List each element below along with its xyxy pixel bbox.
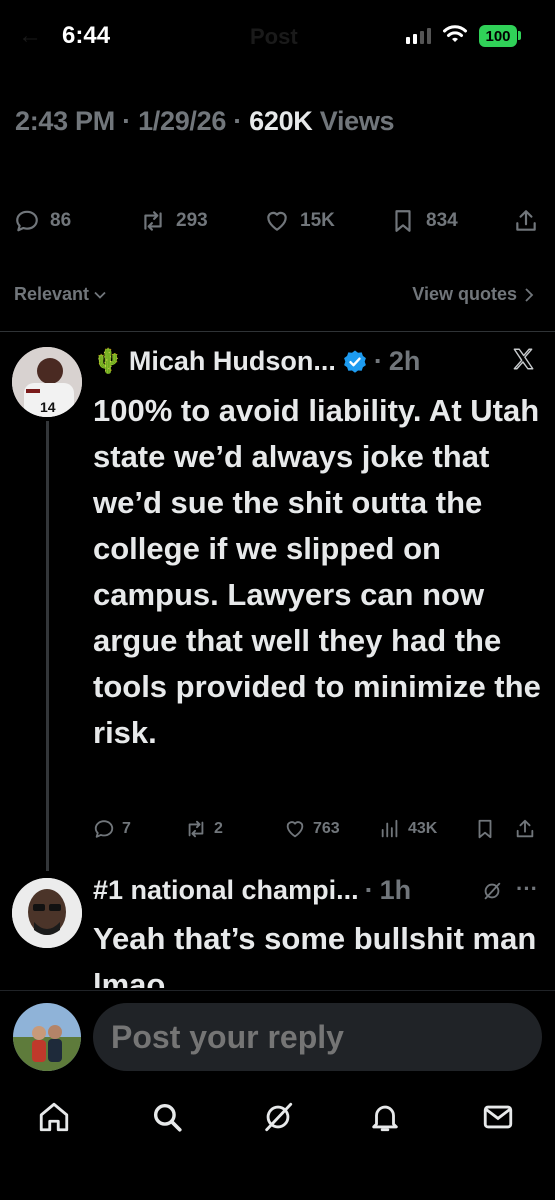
reply-like-button[interactable]: 763 bbox=[284, 818, 340, 840]
chevron-right-icon bbox=[525, 287, 534, 302]
reply-header: #1 national champi... · 1h bbox=[93, 875, 412, 906]
back-arrow-icon[interactable]: ← bbox=[18, 22, 42, 50]
bookmark-count: 834 bbox=[426, 210, 458, 231]
sort-relevant-dropdown[interactable]: Relevant bbox=[14, 284, 107, 305]
post-time: 2:43 PM bbox=[15, 106, 115, 136]
reply-header: 🌵 Micah Hudson... · 2h bbox=[93, 346, 421, 377]
reply-text: Yeah that’s some bullshit man lmao bbox=[93, 921, 537, 988]
analytics-icon bbox=[381, 819, 398, 838]
notifications-icon[interactable] bbox=[368, 1100, 402, 1134]
views-count: 43K bbox=[408, 820, 438, 837]
bottom-tab-bar bbox=[0, 1078, 555, 1200]
repost-button[interactable]: 293 bbox=[140, 208, 208, 234]
divider bbox=[0, 331, 555, 332]
more-options-icon[interactable]: ··· bbox=[516, 876, 538, 902]
chevron-down-icon bbox=[94, 291, 106, 299]
reply-count: 7 bbox=[122, 820, 131, 837]
home-icon[interactable] bbox=[37, 1100, 71, 1134]
share-icon bbox=[516, 819, 534, 838]
grok-icon[interactable] bbox=[481, 880, 503, 902]
reply-time: 1h bbox=[379, 875, 412, 905]
reply-icon bbox=[94, 820, 114, 838]
grok-icon[interactable] bbox=[261, 1100, 295, 1134]
repost-count: 2 bbox=[214, 820, 223, 837]
reply-time: 2h bbox=[388, 346, 421, 376]
reply-text: 100% to avoid liability. At Utah state w… bbox=[93, 393, 541, 750]
battery-indicator: 100 bbox=[479, 25, 517, 47]
reply-repost-button[interactable]: 2 bbox=[185, 818, 223, 840]
heart-icon bbox=[267, 211, 287, 231]
avatar[interactable] bbox=[13, 1003, 81, 1071]
repost-icon bbox=[144, 211, 162, 231]
like-button[interactable]: 15K bbox=[264, 208, 335, 234]
author-name[interactable]: Micah Hudson... bbox=[129, 346, 336, 377]
cellular-signal-icon bbox=[406, 28, 431, 44]
header-title: Post bbox=[250, 24, 298, 49]
reply-input[interactable] bbox=[93, 1003, 542, 1071]
sort-label: Relevant bbox=[14, 284, 90, 304]
author-name[interactable]: #1 national champi... bbox=[93, 875, 359, 906]
repost-icon bbox=[188, 820, 204, 838]
battery-cap bbox=[518, 31, 521, 40]
reply-share-button[interactable] bbox=[514, 818, 536, 840]
wifi-icon bbox=[443, 25, 467, 42]
share-button[interactable] bbox=[513, 208, 539, 234]
avatar[interactable] bbox=[12, 878, 82, 948]
svg-text:14: 14 bbox=[40, 399, 56, 415]
like-count: 15K bbox=[300, 210, 335, 231]
repost-count: 293 bbox=[176, 210, 208, 231]
status-time: 6:44 bbox=[62, 22, 111, 49]
heart-icon bbox=[286, 821, 304, 838]
post-views-label: Views bbox=[319, 106, 395, 136]
messages-icon[interactable] bbox=[481, 1100, 515, 1134]
bookmark-icon bbox=[395, 210, 411, 232]
cactus-emoji: 🌵 bbox=[93, 348, 123, 375]
reply-count: 86 bbox=[50, 210, 72, 231]
search-icon[interactable] bbox=[150, 1100, 184, 1134]
reply-bookmark-button[interactable] bbox=[474, 818, 496, 840]
view-quotes-label: View quotes bbox=[412, 284, 517, 304]
reply-reply-button[interactable]: 7 bbox=[93, 818, 131, 840]
bookmark-icon bbox=[478, 819, 492, 839]
view-quotes-link[interactable]: View quotes bbox=[412, 284, 535, 305]
verified-badge-icon bbox=[344, 350, 366, 373]
post-views: 620K bbox=[249, 106, 313, 136]
like-count: 763 bbox=[313, 820, 340, 837]
share-icon bbox=[516, 210, 536, 231]
post-meta: 2:43 PM · 1/29/26 · 620K Views bbox=[15, 106, 395, 136]
bookmark-button[interactable]: 834 bbox=[390, 208, 458, 234]
avatar[interactable]: 14 bbox=[12, 347, 82, 417]
reply-views-button[interactable]: 43K bbox=[379, 818, 437, 840]
thread-line bbox=[46, 421, 49, 871]
reply-icon bbox=[16, 210, 38, 232]
post-date: 1/29/26 bbox=[138, 106, 227, 136]
x-logo-icon bbox=[513, 348, 534, 370]
reply-button[interactable]: 86 bbox=[14, 208, 71, 234]
